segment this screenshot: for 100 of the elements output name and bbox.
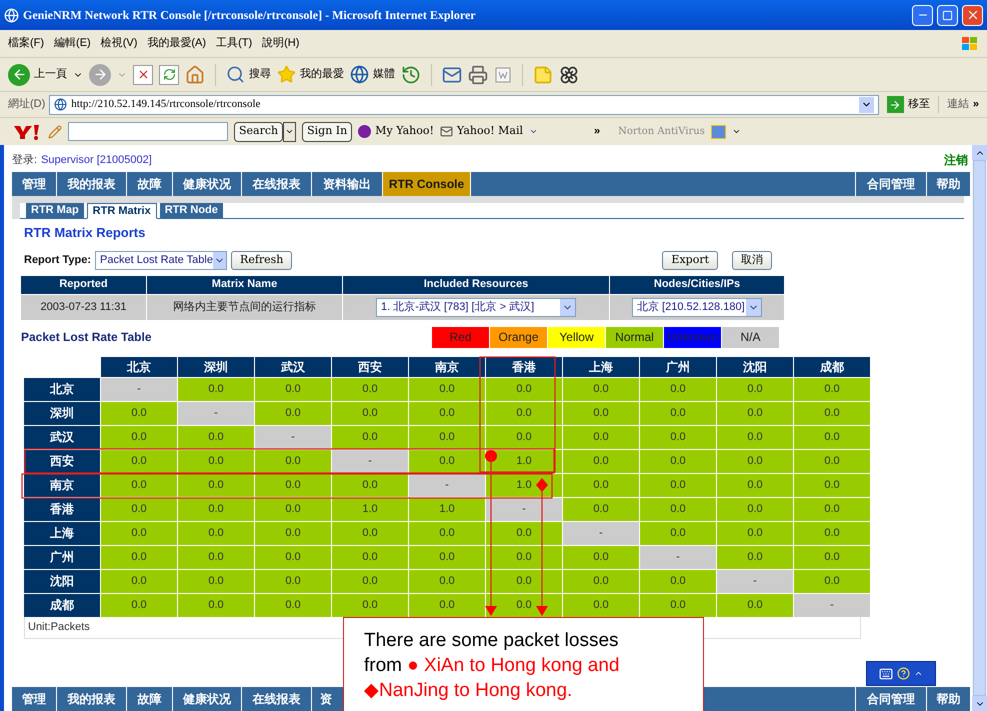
table-cell: 0.0 (563, 450, 639, 472)
nav-item[interactable]: 帮助 (926, 687, 970, 711)
legend-swatch: Yellow (548, 326, 605, 348)
table-cell: 0.0 (717, 474, 793, 496)
nav-item[interactable]: 合同管理 (855, 687, 926, 711)
maximize-button[interactable] (937, 4, 958, 26)
legend-swatch: Orange (490, 326, 547, 348)
my-yahoo-button[interactable]: My Yahoo! (358, 123, 434, 140)
mail-icon[interactable] (442, 64, 462, 84)
logout-link[interactable]: 注销 (944, 151, 968, 169)
links-label[interactable]: 連結 (938, 96, 969, 113)
node-select[interactable]: 北京 [210.52.128.180] (632, 298, 762, 316)
table-cell: 0.0 (255, 474, 331, 496)
dropdown-icon (212, 252, 226, 268)
table-cell: 0.0 (563, 402, 639, 424)
cancel-button[interactable]: 取消 (732, 250, 772, 270)
more-chevron[interactable]: » (972, 96, 979, 113)
export-button[interactable]: Export (662, 250, 718, 270)
column-header: 南京 (409, 356, 485, 376)
refresh-icon[interactable] (159, 64, 179, 84)
minimize-button[interactable] (912, 4, 933, 26)
table-cell: 0.0 (563, 378, 639, 400)
search-field[interactable] (68, 122, 228, 141)
table-cell: 0.0 (563, 498, 639, 520)
table-cell: - (486, 498, 562, 520)
nav-item[interactable]: 管理 (12, 687, 57, 711)
table-cell: 0.0 (640, 378, 716, 400)
table-cell: 0.0 (409, 594, 485, 616)
table-cell: 0.0 (486, 522, 562, 544)
address-field[interactable]: http://210.52.149.145/rtrconsole/rtrconsole (49, 94, 879, 114)
table-cell: 0.0 (486, 570, 562, 592)
floating-toolbar[interactable] (866, 661, 936, 686)
window-title: GenieNRM Network RTR Console [/rtrconsole/rtrconsole] - Microsoft Internet Explorer (23, 7, 476, 24)
favorites-button[interactable]: 我的最愛 (277, 65, 344, 84)
row-header: 西安 (24, 450, 100, 472)
print-icon[interactable] (468, 64, 488, 84)
row-header: 南京 (24, 474, 100, 496)
document-icon[interactable] (494, 66, 512, 84)
nav-item[interactable]: 故障 (127, 687, 173, 711)
table-cell: 0.0 (255, 594, 331, 616)
menu-item[interactable]: 檔案(F) (8, 35, 44, 52)
stop-icon[interactable] (133, 64, 153, 84)
nav-item[interactable]: 资 (312, 687, 342, 711)
table-cell: 0.0 (717, 498, 793, 520)
table-cell: 2003-07-23 11:31 (21, 294, 146, 320)
table-cell: 0.0 (332, 378, 408, 400)
user-name: Supervisor [21005002] (41, 152, 152, 168)
yahoo-mail-button[interactable]: Yahoo! Mail (440, 123, 523, 140)
table-cell: 0.0 (409, 426, 485, 448)
table-cell: 0.0 (178, 426, 254, 448)
tab[interactable]: RTR Node (160, 203, 223, 218)
table-cell: 1.0 (409, 498, 485, 520)
pencil-icon[interactable] (48, 124, 62, 138)
table-cell: 0.0 (794, 570, 870, 592)
windows-logo-icon (961, 36, 979, 52)
table-cell: 0.0 (255, 546, 331, 568)
back-button[interactable]: 上一頁 (8, 64, 67, 86)
flower-icon[interactable] (559, 64, 579, 84)
home-icon[interactable] (185, 64, 205, 84)
menu-item[interactable]: 我的最愛(A) (147, 35, 206, 52)
search-button[interactable]: Search (234, 122, 284, 142)
yahoo-logo[interactable] (12, 122, 42, 140)
table-cell: 0.0 (409, 546, 485, 568)
table-cell: - (332, 450, 408, 472)
menu-item[interactable]: 編輯(E) (54, 35, 91, 52)
norton-icon[interactable] (710, 124, 726, 138)
nav-item[interactable]: 在线报表 (242, 687, 312, 711)
menu-item[interactable]: 檢視(V) (100, 35, 138, 52)
column-header: 北京 (101, 356, 177, 376)
table-cell: 0.0 (640, 402, 716, 424)
report-type-select[interactable]: Packet Lost Rate Table (95, 250, 228, 270)
menu-item[interactable]: 說明(H) (262, 35, 300, 52)
table-cell: 0.0 (640, 522, 716, 544)
go-button[interactable]: 移至 (882, 96, 934, 113)
page-icon (54, 98, 68, 111)
table-cell: 0.0 (332, 474, 408, 496)
table-cell: 0.0 (794, 378, 870, 400)
refresh-button[interactable]: Refresh (231, 250, 292, 270)
dropdown-icon[interactable] (283, 122, 296, 142)
row-header: 成都 (24, 594, 100, 616)
table-cell: 0.0 (486, 546, 562, 568)
nav-item[interactable]: 我的报表 (57, 687, 127, 711)
column-header: Nodes/Cities/IPs (610, 276, 784, 294)
column-header: Reported (21, 276, 146, 294)
nav-item[interactable]: RTR Console (383, 172, 471, 196)
table-cell: 0.0 (486, 426, 562, 448)
tab[interactable]: RTR Matrix (86, 203, 157, 219)
more-chevron[interactable]: » (594, 123, 600, 140)
media-button[interactable]: 媒體 (350, 65, 395, 84)
sign-in-button[interactable]: Sign In (302, 122, 352, 142)
close-button[interactable] (962, 4, 983, 26)
tab[interactable]: RTR Map (26, 203, 84, 218)
ie-icon (4, 8, 19, 22)
row-header: 广州 (24, 546, 100, 568)
history-icon[interactable] (401, 64, 421, 84)
scrollbar[interactable] (972, 145, 987, 711)
resource-select[interactable]: 1. 北京-武汉 [783] [北京 > 武汉] (376, 298, 576, 316)
menu-item[interactable]: 工具(T) (216, 35, 252, 52)
search-button[interactable]: 搜尋 (226, 65, 271, 84)
nav-item[interactable]: 健康状况 (173, 687, 242, 711)
